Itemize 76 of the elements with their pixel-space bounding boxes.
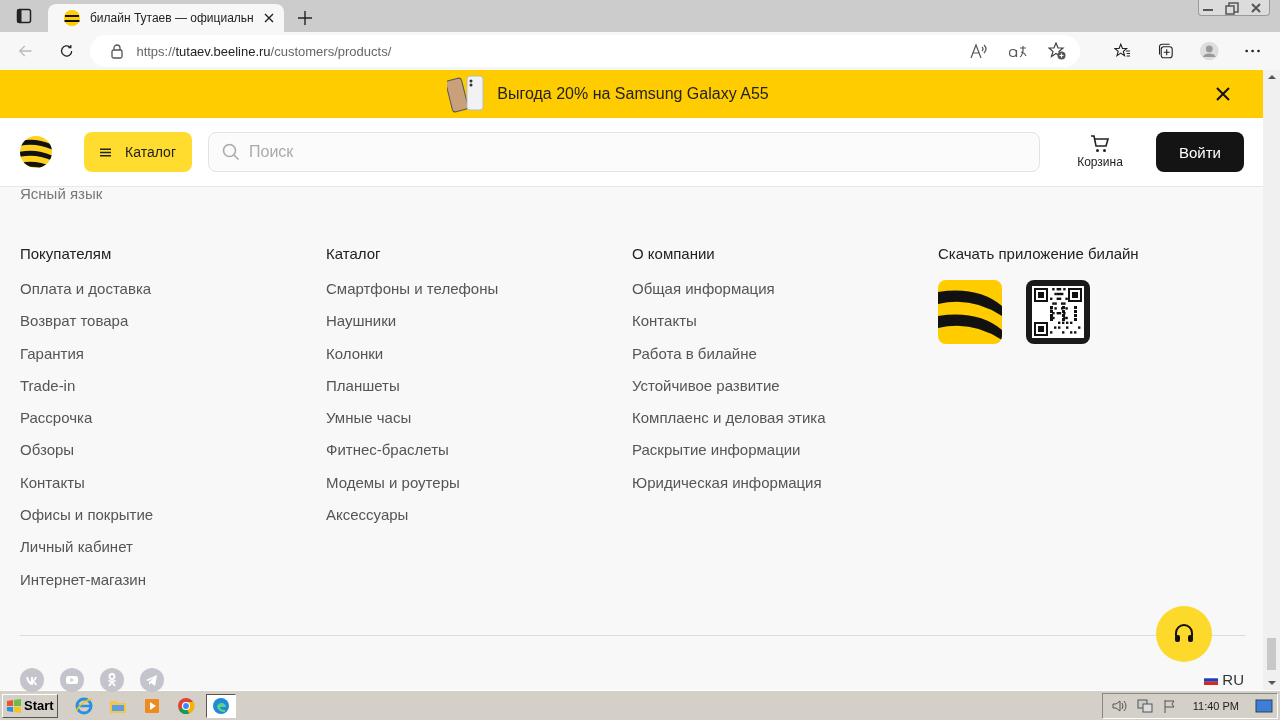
column-heading: Скачать приложение билайн: [938, 245, 1139, 263]
browser-tab[interactable]: билайн Тутаев — официальн: [48, 4, 284, 32]
footer-link[interactable]: Юридическая информация: [632, 473, 822, 492]
russian-flag-icon: [1204, 674, 1219, 685]
footer-link[interactable]: Общая информация: [632, 280, 775, 298]
language-link[interactable]: RU: [1222, 671, 1244, 689]
column-heading: Каталог: [326, 245, 381, 263]
speaker-icon[interactable]: [1110, 698, 1127, 713]
window-controls[interactable]: [1198, 0, 1270, 16]
collections-icon[interactable]: [1157, 41, 1175, 61]
menu-icon: [100, 147, 112, 157]
footer-link[interactable]: Возврат товара: [20, 312, 129, 331]
footer-link[interactable]: Колонки: [326, 344, 384, 363]
footer-link[interactable]: Контакты: [20, 473, 85, 492]
footer-link[interactable]: Планшеты: [326, 376, 400, 395]
favorites-icon[interactable]: [1114, 42, 1132, 60]
footer-link[interactable]: Устойчивое развитие: [632, 376, 780, 395]
address-bar[interactable]: https://tutaev.beeline.ru/customers/products/: [90, 35, 1081, 67]
windows-logo-icon: [6, 698, 22, 713]
footer-link[interactable]: Личный кабинет: [20, 538, 133, 557]
close-icon[interactable]: [1216, 87, 1230, 101]
scroll-thumb[interactable]: [1267, 638, 1276, 670]
footer-link[interactable]: Оплата и доставка: [20, 280, 152, 298]
add-favorite-icon[interactable]: [1048, 42, 1067, 60]
cart-icon: [1090, 135, 1110, 153]
more-icon[interactable]: [1244, 49, 1260, 53]
close-icon[interactable]: [264, 13, 274, 23]
column-heading: О компании: [632, 245, 715, 263]
read-aloud-icon[interactable]: [970, 43, 989, 59]
footer-link[interactable]: Обзоры: [20, 441, 75, 460]
scrollbar[interactable]: [1263, 70, 1280, 690]
browser-icon: [73, 695, 94, 716]
footer-link[interactable]: Работа в билайне: [632, 344, 757, 363]
start-button[interactable]: Start: [2, 693, 58, 718]
footer-link[interactable]: Офисы и покрытие: [20, 506, 154, 525]
search-field[interactable]: Поиск: [208, 132, 1040, 172]
taskbar-app[interactable]: [205, 693, 236, 718]
footer-link[interactable]: Комплаенс и деловая этика: [632, 409, 826, 428]
edge-icon: [210, 695, 231, 716]
catalog-button[interactable]: Каталог: [84, 132, 192, 172]
new-tab-icon[interactable]: [298, 11, 312, 25]
headset-icon: [1173, 623, 1195, 645]
clock: 11:40 PM: [1192, 699, 1239, 712]
footer-link[interactable]: Наушники: [326, 312, 397, 331]
footer-link[interactable]: Аксессуары: [326, 506, 409, 525]
cart-link[interactable]: Корзина: [1076, 135, 1124, 169]
network-icon[interactable]: [1136, 698, 1153, 713]
url-text: https://tutaev.beeline.ru/customers/products/: [136, 43, 392, 59]
search-icon: [222, 143, 240, 161]
support-chat-button[interactable]: [1156, 606, 1212, 662]
promo-banner[interactable]: Выгода 20% на Samsung Galaxy A55: [0, 70, 1263, 118]
translate-icon[interactable]: [1008, 43, 1029, 59]
app-icon[interactable]: [938, 280, 1002, 344]
profile-avatar-icon[interactable]: [1200, 40, 1219, 62]
footer-link[interactable]: Смартфоны и телефоны: [326, 280, 499, 298]
footer-link[interactable]: Раскрытие информации: [632, 441, 801, 460]
flag-icon[interactable]: [1162, 698, 1177, 713]
footer-link[interactable]: Trade-in: [20, 376, 76, 395]
footer-link[interactable]: Контакты: [632, 312, 697, 331]
lock-icon: [110, 43, 125, 59]
promo-text: Выгода 20% на Samsung Galaxy A55: [497, 85, 769, 103]
column-heading: Покупателям: [20, 245, 112, 263]
beeline-logo-icon[interactable]: [19, 135, 53, 169]
show-desktop-icon[interactable]: [1255, 697, 1273, 714]
footer-link[interactable]: Интернет-магазин: [20, 570, 146, 589]
footer-link[interactable]: Умные часы: [326, 409, 412, 428]
footer-link[interactable]: Рассрочка: [20, 409, 93, 428]
beeline-logo-icon: [64, 10, 80, 26]
qr-code: [1026, 280, 1090, 344]
refresh-icon[interactable]: [59, 42, 75, 60]
footer-link[interactable]: Фитнес-браслеты: [326, 441, 449, 460]
chrome-icon: [175, 695, 196, 716]
footer-link[interactable]: Гарантия: [20, 344, 84, 363]
footer-link[interactable]: Модемы и роутеры: [326, 473, 460, 492]
footer-link[interactable]: Ясный язык: [20, 185, 1246, 203]
login-button[interactable]: Войти: [1156, 132, 1244, 172]
